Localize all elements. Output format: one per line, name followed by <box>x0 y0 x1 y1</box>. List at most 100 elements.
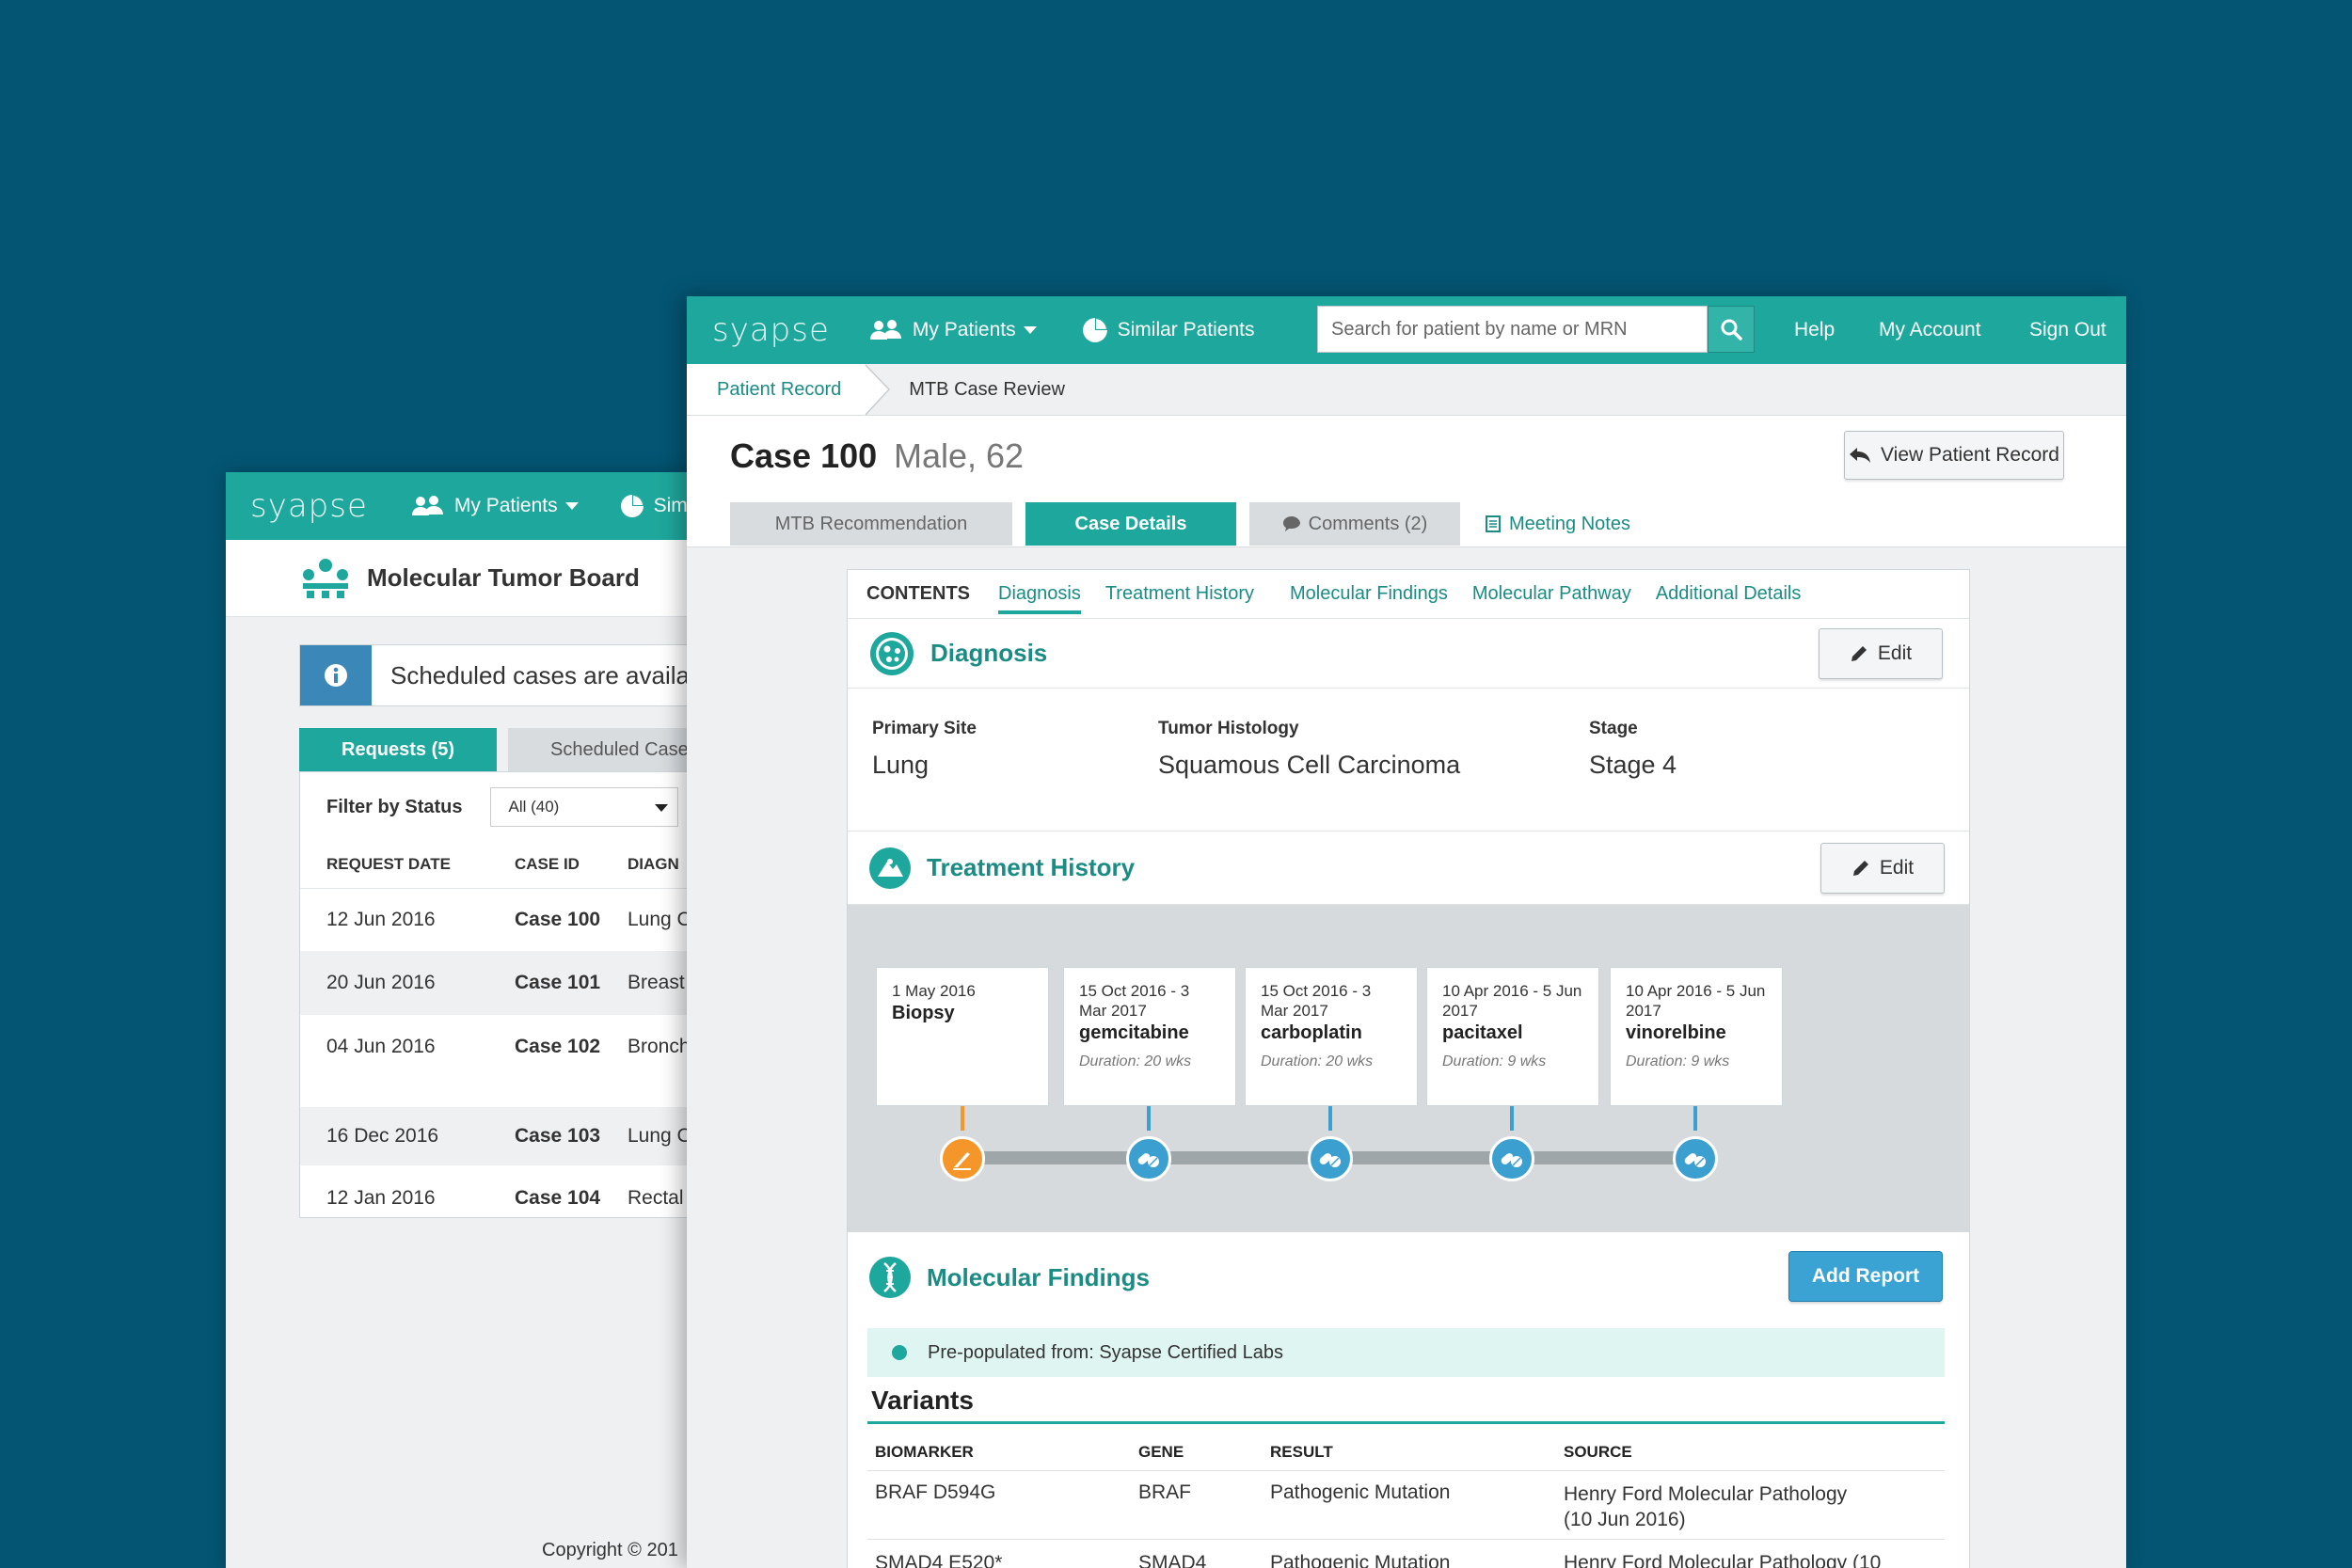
field-label: Primary Site <box>872 719 977 738</box>
tab-mtb-recommendation[interactable]: MTB Recommendation <box>730 502 1012 546</box>
my-account-link[interactable]: My Account <box>1879 319 1981 341</box>
breadcrumb: Patient Record MTB Case Review <box>687 364 2126 416</box>
contents-link-diagnosis[interactable]: Diagnosis <box>998 583 1081 614</box>
badge-icon <box>892 1345 907 1360</box>
table-row[interactable]: BRAF D594G BRAF Pathogenic Mutation Henr… <box>867 1472 1945 1540</box>
treatment-duration: Duration: 9 wks <box>1626 1053 1730 1069</box>
timeline-card-pacitaxel[interactable]: 10 Apr 2016 - 5 Jun 2017 pacitaxel Durat… <box>1426 967 1599 1106</box>
cell-case[interactable]: Case 104 <box>515 1187 628 1210</box>
treatment-date: 1 May 2016 <box>892 982 976 1000</box>
search-button[interactable] <box>1708 306 1755 353</box>
nav-similar-patients[interactable]: Sim <box>620 494 688 518</box>
diagnosis-details: Primary Site Lung Tumor Histology Squamo… <box>848 689 1969 832</box>
timeline-stem <box>1147 1106 1151 1131</box>
status-select-value: All (40) <box>508 798 560 816</box>
stage-field: Stage Stage 4 <box>1589 719 1677 780</box>
treatment-icon <box>869 847 911 889</box>
breadcrumb-patient-record[interactable]: Patient Record <box>687 364 891 416</box>
syapse-logo[interactable]: syapse <box>712 311 830 349</box>
timeline-card-gemcitabine[interactable]: 15 Oct 2016 - 3 Mar 2017 gemcitabine Dur… <box>1063 967 1236 1106</box>
pie-chart-icon <box>1082 318 1107 342</box>
request-tabs: Requests (5) Scheduled Case <box>299 728 731 771</box>
help-link[interactable]: Help <box>1794 319 1835 341</box>
field-value: Stage 4 <box>1589 751 1677 779</box>
diagnosis-header: Diagnosis Edit <box>848 619 1969 689</box>
treatment-node[interactable] <box>1308 1136 1353 1181</box>
timeline-stem <box>961 1106 964 1131</box>
nav-similar-patients-label: Sim <box>653 495 688 516</box>
treatment-node[interactable] <box>1126 1136 1171 1181</box>
table-row[interactable]: SMAD4 E520* SMAD4 Pathogenic Mutation He… <box>867 1541 1945 1568</box>
tab-requests[interactable]: Requests (5) <box>299 728 498 771</box>
nav-similar-patients[interactable]: Similar Patients <box>1082 317 1255 343</box>
cell-case[interactable]: Case 101 <box>515 972 628 994</box>
pencil-icon <box>1852 861 1868 876</box>
sign-out-link[interactable]: Sign Out <box>2029 319 2106 341</box>
timeline-card-biopsy[interactable]: 1 May 2016 Biopsy <box>876 967 1049 1106</box>
nav-my-patients-label: My Patients <box>912 319 1016 341</box>
treatment-date: 15 Oct 2016 - 3 Mar 2017 <box>1261 982 1372 1020</box>
cell-date: 20 Jun 2016 <box>326 972 436 993</box>
nav-my-patients-label: My Patients <box>453 495 558 516</box>
treatment-date: 15 Oct 2016 - 3 Mar 2017 <box>1079 982 1190 1020</box>
contents-link-treatment-history[interactable]: Treatment History <box>1105 583 1254 605</box>
timeline-card-vinorelbine[interactable]: 10 Apr 2016 - 5 Jun 2017 vinorelbine Dur… <box>1610 967 1783 1106</box>
field-label: Tumor Histology <box>1158 719 1299 738</box>
cell-biomarker: SMAD4 E520* <box>875 1552 1003 1568</box>
info-icon-box <box>300 645 372 705</box>
cell-case[interactable]: Case 103 <box>515 1125 628 1148</box>
info-alert: Scheduled cases are availal <box>299 644 753 706</box>
tab-case-details[interactable]: Case Details <box>1025 502 1236 546</box>
patient-search-input[interactable]: Search for patient by name or MRN <box>1317 306 1708 353</box>
cell-date: 16 Dec 2016 <box>326 1125 439 1147</box>
syapse-logo[interactable]: syapse <box>250 487 368 525</box>
table-row[interactable]: 04 Jun 2016 Case 102 Bronch <box>300 1015 753 1107</box>
treatment-history-header: Treatment History Edit <box>848 832 1969 905</box>
diagnosis-edit-button[interactable]: Edit <box>1819 628 1943 679</box>
timeline-card-carboplatin[interactable]: 15 Oct 2016 - 3 Mar 2017 carboplatin Dur… <box>1245 967 1418 1106</box>
tab-comments[interactable]: Comments (2) <box>1249 502 1460 546</box>
pencil-icon <box>1851 646 1867 661</box>
treatment-name: carboplatin <box>1261 1022 1362 1043</box>
cell-gene: BRAF <box>1138 1481 1192 1503</box>
cell-case[interactable]: Case 100 <box>515 909 628 931</box>
table-row[interactable]: 16 Dec 2016 Case 103 Lung C <box>300 1107 753 1165</box>
cell-source: Henry Ford Molecular Pathology (10 <box>1564 1552 1882 1568</box>
breadcrumb-mtb-case-review: MTB Case Review <box>909 378 1065 400</box>
treatment-node[interactable] <box>1489 1136 1534 1181</box>
nav-my-patients[interactable]: My Patients <box>411 495 579 517</box>
treatment-duration: Duration: 9 wks <box>1442 1053 1547 1069</box>
contents-link-molecular-findings[interactable]: Molecular Findings <box>1290 583 1448 605</box>
treatment-history-title: Treatment History <box>927 853 1136 881</box>
view-patient-record-button[interactable]: View Patient Record <box>1844 431 2064 480</box>
dna-icon <box>869 1257 911 1298</box>
treatment-edit-button[interactable]: Edit <box>1820 843 1945 894</box>
col-gene: GENE <box>1138 1443 1184 1461</box>
prepopulated-text: Pre-populated from: Syapse Certified Lab… <box>928 1341 1283 1363</box>
reply-arrow-icon <box>1850 448 1871 463</box>
col-result: RESULT <box>1270 1443 1333 1461</box>
col-request-date: REQUEST DATE <box>326 855 451 873</box>
add-report-button[interactable]: Add Report <box>1788 1251 1943 1302</box>
edit-label: Edit <box>1877 642 1913 664</box>
tab-meeting-notes-label: Meeting Notes <box>1509 513 1630 534</box>
status-select[interactable]: All (40) <box>490 787 679 827</box>
contents-link-molecular-pathway[interactable]: Molecular Pathway <box>1472 583 1631 605</box>
timeline-stem <box>1510 1106 1514 1131</box>
table-row[interactable]: 12 Jun 2016 Case 100 Lung C <box>300 889 753 951</box>
table-row[interactable]: 12 Jan 2016 Case 104 Rectal <box>300 1165 753 1231</box>
contents-link-additional-details[interactable]: Additional Details <box>1656 583 1802 605</box>
tab-meeting-notes[interactable]: Meeting Notes <box>1473 502 1642 546</box>
table-row[interactable]: 20 Jun 2016 Case 101 Breast <box>300 951 753 1015</box>
top-navbar: syapse My Patients Sim <box>226 472 753 540</box>
biopsy-node[interactable] <box>940 1136 985 1181</box>
treatment-node[interactable] <box>1673 1136 1718 1181</box>
chevron-down-icon <box>564 502 579 510</box>
nav-my-patients[interactable]: My Patients <box>869 319 1037 341</box>
tab-comments-label: Comments (2) <box>1308 513 1428 534</box>
pills-icon <box>1684 1153 1706 1167</box>
cell-case[interactable]: Case 102 <box>515 1036 628 1058</box>
col-biomarker: BIOMARKER <box>875 1443 974 1461</box>
status-filter: Filter by Status All (40) <box>300 772 753 842</box>
variants-divider <box>867 1421 1945 1424</box>
